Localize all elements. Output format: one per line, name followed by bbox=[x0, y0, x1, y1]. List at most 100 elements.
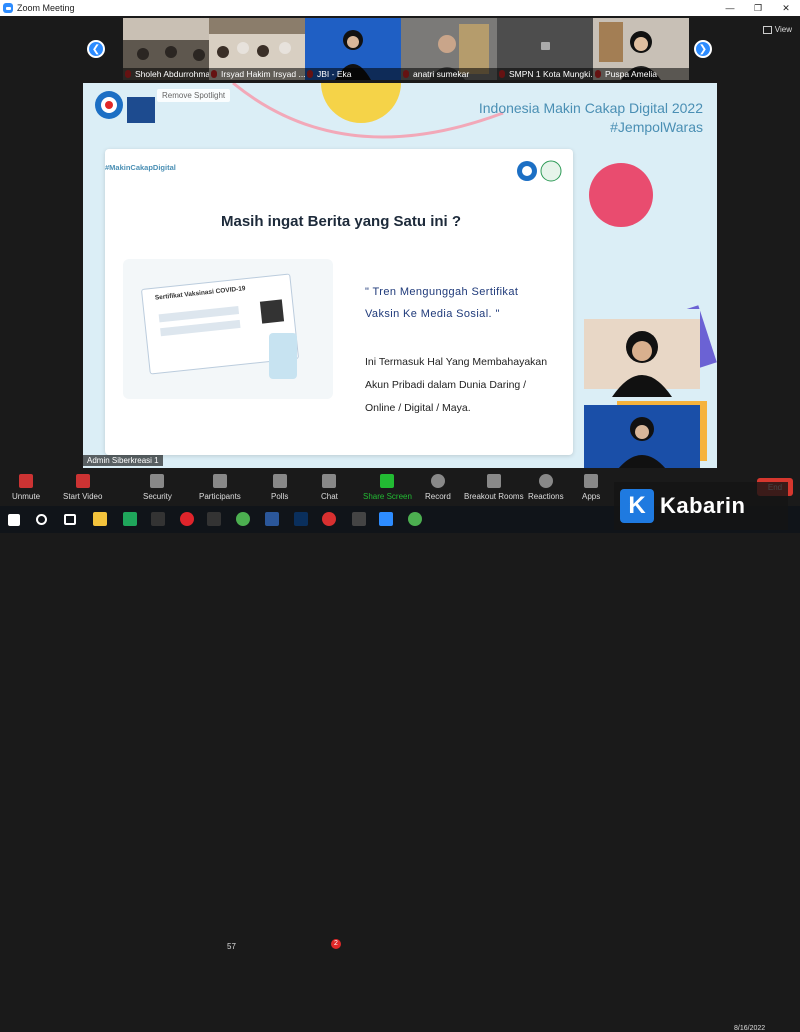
apps-button[interactable]: Apps bbox=[582, 468, 600, 501]
unmute-button[interactable]: Unmute bbox=[12, 468, 40, 501]
slide-body: Ini Termasuk Hal Yang Membahayakan Akun … bbox=[365, 351, 547, 420]
record-icon bbox=[430, 474, 445, 488]
slide-quote: " Tren Mengunggah Sertifikat Vaksin Ke M… bbox=[365, 281, 518, 325]
search-icon[interactable] bbox=[36, 514, 47, 525]
participant-name: Puspa Amelia bbox=[593, 68, 689, 80]
active-speaker-name: Admin Siberkreasi 1 bbox=[83, 455, 163, 466]
app-icon[interactable] bbox=[151, 512, 165, 526]
polls-button[interactable]: Polls bbox=[271, 468, 288, 501]
reactions-label: Reactions bbox=[528, 492, 564, 501]
window-title: Zoom Meeting bbox=[17, 3, 75, 13]
presentation-slide: #MakinCakapDigital Masih ingat Berita ya… bbox=[105, 149, 573, 455]
file-explorer-icon[interactable] bbox=[93, 512, 107, 526]
zoom-icon[interactable] bbox=[379, 512, 393, 526]
breakout-rooms-icon bbox=[486, 474, 501, 488]
slide-title: Masih ingat Berita yang Satu ini ? bbox=[221, 213, 462, 230]
body-line: Online / Digital / Maya. bbox=[365, 402, 471, 414]
maximize-button[interactable]: ❐ bbox=[744, 0, 772, 16]
task-view-icon[interactable] bbox=[64, 514, 76, 525]
start-video-button[interactable]: Start Video bbox=[63, 468, 102, 501]
chrome-icon[interactable] bbox=[408, 512, 422, 526]
smiley-icon bbox=[538, 474, 553, 488]
record-label: Record bbox=[425, 492, 451, 501]
app-icon[interactable] bbox=[352, 512, 366, 526]
participant-video-tile[interactable]: anatri sumekar bbox=[401, 18, 497, 80]
chrome-icon[interactable] bbox=[236, 512, 250, 526]
participants-button[interactable]: Participants bbox=[199, 468, 241, 501]
people-icon bbox=[212, 474, 227, 488]
qr-code bbox=[259, 299, 285, 324]
reactions-button[interactable]: Reactions bbox=[528, 468, 564, 501]
security-button[interactable]: Security bbox=[143, 468, 172, 501]
certificate-title: Sertifikat Vaksinasi COVID-19 bbox=[154, 285, 246, 302]
participant-video-tile[interactable]: Sholeh Abdurrohman bbox=[123, 18, 219, 80]
unmute-label: Unmute bbox=[12, 492, 41, 501]
share-screen-label: Share Screen bbox=[363, 492, 412, 501]
kominfo-logo bbox=[95, 91, 123, 119]
view-button[interactable]: View bbox=[763, 25, 792, 34]
windows-start-icon[interactable] bbox=[8, 514, 20, 526]
app-icon[interactable] bbox=[123, 512, 137, 526]
taskbar-date: 8/16/2022 bbox=[734, 1025, 766, 1032]
participant-name: Irsyad Hakim Irsyad ... bbox=[209, 68, 305, 80]
participant-name: JBI - Eka bbox=[305, 68, 401, 80]
share-screen-button[interactable]: Share Screen bbox=[363, 468, 412, 501]
kabarin-watermark: K Kabarin bbox=[614, 482, 788, 530]
chat-unread-badge: 2 bbox=[331, 939, 341, 949]
muted-mic-icon bbox=[19, 474, 33, 488]
speaker-video[interactable] bbox=[584, 309, 700, 397]
prev-page-button[interactable]: ❮ bbox=[87, 40, 105, 58]
participant-video-tile[interactable]: SMPN 1 Kota Mungki... bbox=[497, 18, 593, 80]
event-title: Indonesia Makin Cakap Digital 2022 bbox=[478, 100, 703, 116]
participants-count: 57 bbox=[227, 942, 236, 951]
record-button[interactable]: Record bbox=[425, 468, 451, 501]
opera-icon[interactable] bbox=[180, 512, 194, 526]
speaker-video-frame bbox=[584, 309, 700, 397]
chat-button[interactable]: Chat bbox=[321, 468, 338, 501]
share-screen-icon bbox=[380, 474, 395, 488]
vaccine-certificate-illustration: Sertifikat Vaksinasi COVID-19 bbox=[123, 259, 333, 399]
interpreter-video-frame bbox=[584, 405, 700, 469]
slide-hashtag: #MakinCakapDigital bbox=[105, 163, 176, 172]
window-controls: — ❐ ✕ bbox=[716, 0, 800, 16]
participant-video-tile[interactable]: Irsyad Hakim Irsyad ... bbox=[209, 18, 305, 80]
apps-icon bbox=[584, 474, 599, 488]
participant-name: Sholeh Abdurrohman bbox=[123, 68, 219, 80]
window-titlebar: Zoom Meeting — ❐ ✕ bbox=[0, 0, 800, 16]
vaccine-bottle-icon bbox=[269, 333, 297, 379]
event-hashtag: #JempolWaras bbox=[610, 119, 703, 135]
security-label: Security bbox=[143, 492, 172, 501]
body-line: Akun Pribadi dalam Dunia Daring / bbox=[365, 379, 527, 391]
minimize-button[interactable]: — bbox=[716, 0, 744, 16]
photoshop-icon[interactable] bbox=[294, 512, 308, 526]
participant-video-tile[interactable]: JBI - Eka bbox=[305, 18, 401, 80]
app-icon[interactable] bbox=[207, 512, 221, 526]
zoom-app-icon bbox=[3, 3, 13, 13]
polls-label: Polls bbox=[271, 492, 289, 501]
breakout-rooms-button[interactable]: Breakout Rooms bbox=[464, 468, 524, 501]
participants-label: Participants bbox=[199, 492, 241, 501]
slide-logos bbox=[517, 160, 562, 182]
kabarin-logo-icon: K bbox=[620, 489, 654, 523]
start-video-label: Start Video bbox=[63, 492, 103, 501]
word-icon[interactable] bbox=[265, 512, 279, 526]
quote-line: Vaksin Ke Media Sosial. " bbox=[365, 308, 500, 320]
makin-cakap-digital-logo bbox=[127, 97, 155, 123]
app-icon[interactable] bbox=[322, 512, 336, 526]
shield-icon bbox=[150, 474, 165, 488]
video-off-icon bbox=[75, 474, 90, 488]
kabarin-brand: Kabarin bbox=[660, 493, 746, 518]
quote-line: " Tren Mengunggah Sertifikat bbox=[365, 286, 519, 298]
polls-icon bbox=[272, 474, 287, 488]
participant-name: SMPN 1 Kota Mungki... bbox=[497, 68, 593, 80]
next-page-button[interactable]: ❯ bbox=[694, 40, 712, 58]
participant-name: anatri sumekar bbox=[401, 68, 497, 80]
sign-interpreter-video[interactable] bbox=[584, 405, 700, 469]
close-window-button[interactable]: ✕ bbox=[772, 0, 800, 16]
apps-label: Apps bbox=[582, 492, 601, 501]
chat-icon bbox=[322, 474, 337, 488]
event-header: Indonesia Makin Cakap Digital 2022 #Jemp… bbox=[479, 99, 703, 137]
remove-spotlight-button[interactable]: Remove Spotlight bbox=[157, 89, 231, 102]
participant-video-tile[interactable]: Puspa Amelia bbox=[593, 18, 689, 80]
chat-label: Chat bbox=[321, 492, 338, 501]
